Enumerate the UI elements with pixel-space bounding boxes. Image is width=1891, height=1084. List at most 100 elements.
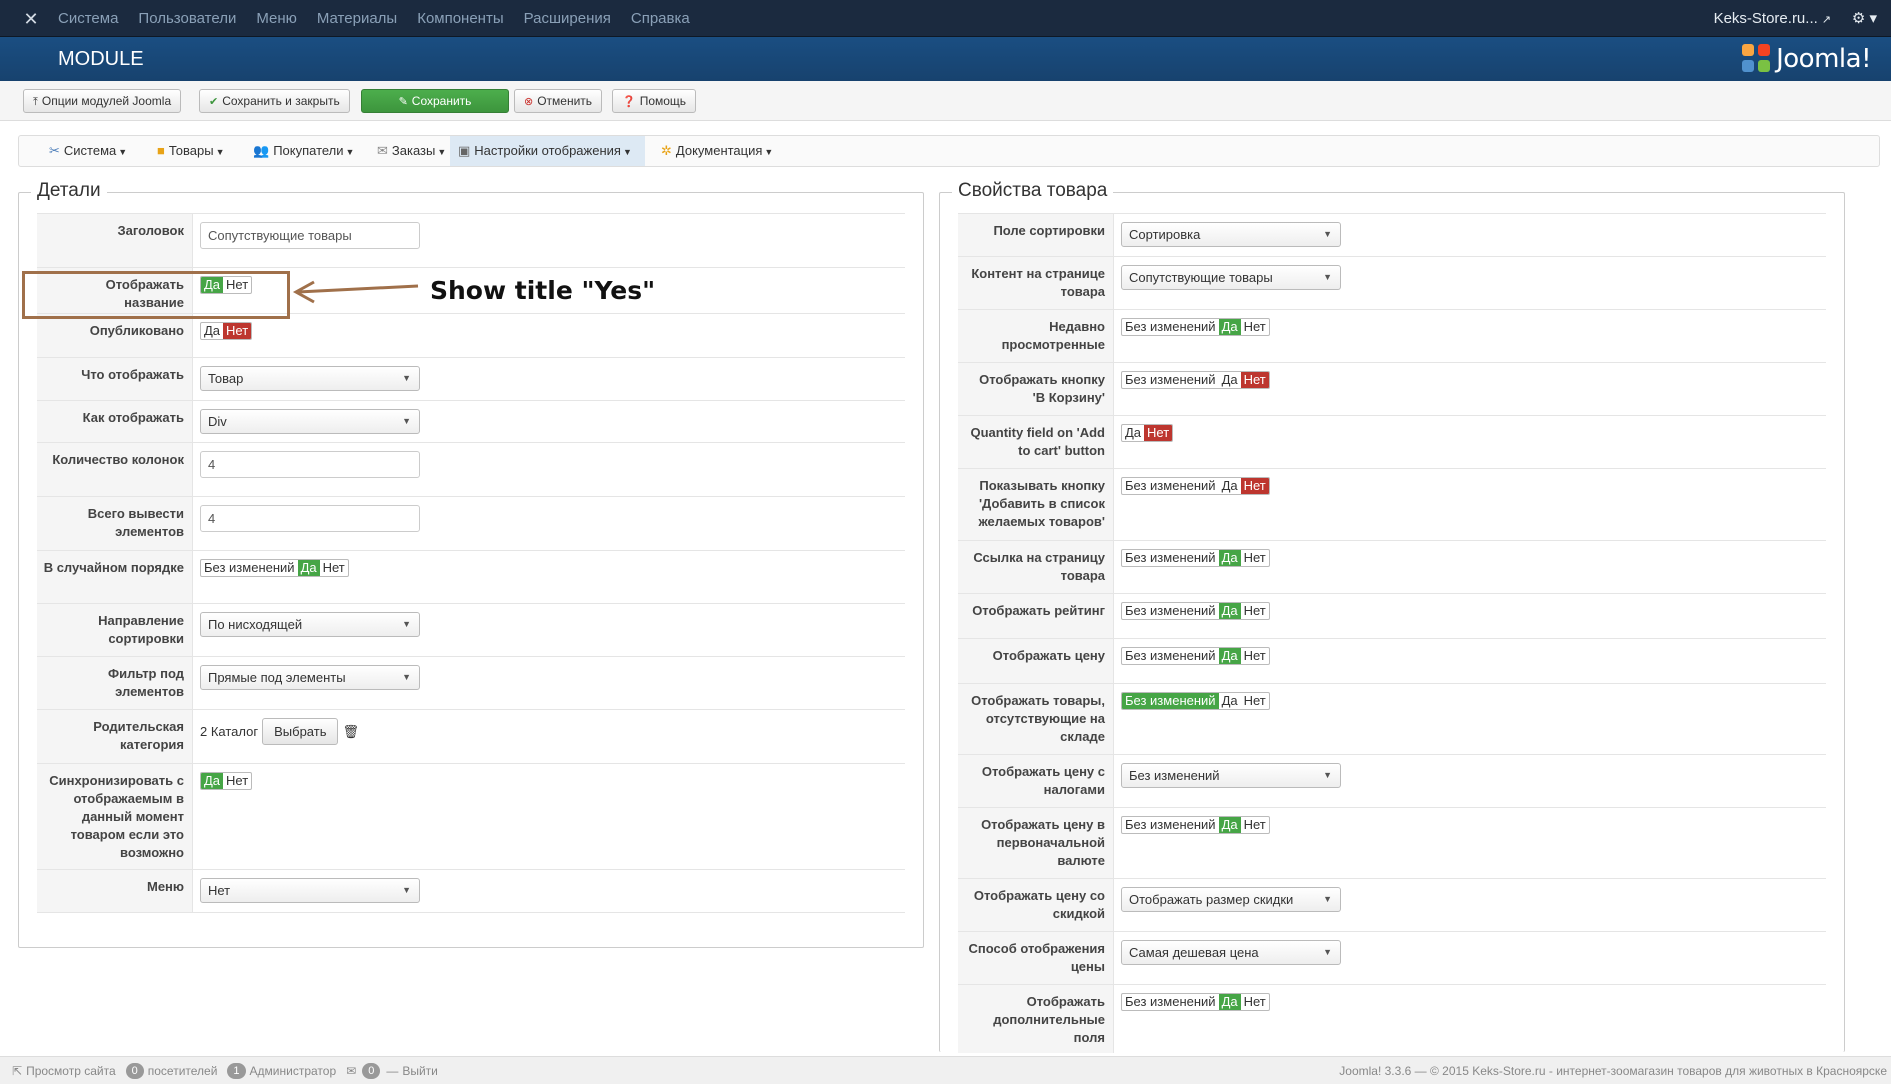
toggle-yes[interactable]: Да <box>1218 817 1241 833</box>
total-input[interactable]: 4 <box>200 505 420 532</box>
toggle-no[interactable]: Нет <box>1241 693 1269 709</box>
toggle-none[interactable]: Без изменений <box>1122 994 1219 1010</box>
toggle-yes[interactable]: Да <box>201 323 223 339</box>
link-toggle[interactable]: Без изменений Да Нет <box>1121 549 1270 567</box>
wishlist-toggle[interactable]: Без изменений Да Нет <box>1121 477 1270 495</box>
toggle-no[interactable]: Нет <box>1240 478 1269 494</box>
toggle-yes[interactable]: Да <box>1219 372 1241 388</box>
row-content: Контент на странице товара Сопутствующие… <box>958 256 1826 309</box>
caret-down-icon: ▼ <box>764 147 774 157</box>
random-toggle[interactable]: Без изменений Да Нет <box>200 559 349 577</box>
toggle-none[interactable]: Без изменений <box>1122 372 1219 388</box>
price-disc-select[interactable]: Отображать размер скидки ▼ <box>1121 887 1341 912</box>
sort-field-select[interactable]: Сортировка ▼ <box>1121 222 1341 247</box>
toggle-no[interactable]: Нет <box>1241 603 1269 619</box>
toggle-none[interactable]: Без изменений <box>1122 817 1219 833</box>
cart-btn-toggle[interactable]: Без изменений Да Нет <box>1121 371 1270 389</box>
price-orig-toggle[interactable]: Без изменений Да Нет <box>1121 816 1270 834</box>
trash-icon[interactable]: 🗑 <box>342 724 359 740</box>
subnav-docs[interactable]: ✲ Документация ▼ <box>653 136 781 166</box>
toggle-yes[interactable]: Да <box>1218 994 1241 1010</box>
menu-menus[interactable]: Меню <box>256 0 297 37</box>
toggle-none[interactable]: Без изменений <box>1122 648 1219 664</box>
how-show-select[interactable]: Div ▼ <box>200 409 420 434</box>
subnav-products[interactable]: ■ Товары ▼ <box>149 136 233 166</box>
logout-link[interactable]: Выйти <box>402 1057 438 1084</box>
subnav-customers[interactable]: 👥 Покупатели ▼ <box>245 136 362 166</box>
toggle-yes[interactable]: Да <box>1219 478 1241 494</box>
save-label: Сохранить <box>411 94 472 108</box>
toggle-no[interactable]: Нет <box>1241 994 1269 1010</box>
toggle-yes[interactable]: Да <box>1218 603 1241 619</box>
qty-toggle[interactable]: Да Нет <box>1121 424 1174 442</box>
toggle-yes[interactable]: Да <box>1122 425 1144 441</box>
toggle-none[interactable]: Без изменений <box>201 560 298 576</box>
field-label: Отображать цену <box>958 639 1114 683</box>
recent-toggle[interactable]: Без изменений Да Нет <box>1121 318 1270 336</box>
price-mode-select[interactable]: Самая дешевая цена ▼ <box>1121 940 1341 965</box>
toggle-none[interactable]: Без изменений <box>1122 603 1219 619</box>
content-select[interactable]: Сопутствующие товары ▼ <box>1121 265 1341 290</box>
toggle-no[interactable]: Нет <box>1241 817 1269 833</box>
title-input[interactable]: Сопутствующие товары <box>200 222 420 249</box>
site-link[interactable]: Keks-Store.ru... ↗ <box>1714 0 1831 39</box>
out-stock-toggle[interactable]: Без изменений Да Нет <box>1121 692 1270 710</box>
toggle-no[interactable]: Нет <box>320 560 348 576</box>
toggle-none[interactable]: Без изменений <box>1122 550 1219 566</box>
toggle-no[interactable]: Нет <box>223 773 251 789</box>
sync-toggle[interactable]: Да Нет <box>200 772 253 790</box>
subnav-orders[interactable]: ✉ Заказы ▼ <box>369 136 454 166</box>
menu-help[interactable]: Справка <box>631 0 690 37</box>
filter-select[interactable]: Прямые под элементы ▼ <box>200 665 420 690</box>
toggle-yes[interactable]: Да <box>1219 693 1241 709</box>
menu-content[interactable]: Материалы <box>317 0 397 37</box>
row-extra: Отображать дополнительные поля Без измен… <box>958 984 1826 1053</box>
extra-toggle[interactable]: Без изменений Да Нет <box>1121 993 1270 1011</box>
toggle-yes[interactable]: Да <box>201 773 224 789</box>
field-label: Отображать товары, отсутствующие на скла… <box>958 684 1114 754</box>
toggle-yes[interactable]: Да <box>1218 550 1241 566</box>
joomla-logo-icon <box>1742 44 1772 74</box>
toggle-yes[interactable]: Да <box>1218 319 1241 335</box>
toggle-no[interactable]: Нет <box>1144 425 1173 441</box>
toggle-none[interactable]: Без изменений <box>1122 319 1219 335</box>
toggle-yes[interactable]: Да <box>1218 648 1241 664</box>
view-site-link[interactable]: Просмотр сайта <box>26 1057 116 1084</box>
save-close-button[interactable]: ✔ Сохранить и закрыть <box>199 89 350 113</box>
field-label: Заголовок <box>37 214 193 267</box>
toggle-no[interactable]: Нет <box>1241 550 1269 566</box>
messages-badge: 0 <box>362 1063 381 1079</box>
caret-down-icon: ▼ <box>1323 272 1332 282</box>
menu-components[interactable]: Компоненты <box>417 0 503 37</box>
cancel-button[interactable]: ⊗ Отменить <box>514 89 603 113</box>
toggle-no[interactable]: Нет <box>223 323 252 339</box>
price-toggle[interactable]: Без изменений Да Нет <box>1121 647 1270 665</box>
menu-users[interactable]: Пользователи <box>138 0 236 37</box>
subnav-system[interactable]: ✂ Система ▼ <box>41 136 135 166</box>
page-header: MODULE Joomla! <box>0 37 1891 81</box>
menu-select[interactable]: Нет ▼ <box>200 878 420 903</box>
price-tax-select[interactable]: Без изменений ▼ <box>1121 763 1341 788</box>
toggle-yes[interactable]: Да <box>297 560 320 576</box>
rating-toggle[interactable]: Без изменений Да Нет <box>1121 602 1270 620</box>
subnav-display-settings[interactable]: ▣ Настройки отображения ▼ <box>450 136 645 166</box>
help-button[interactable]: ❓ Помощь <box>612 89 697 113</box>
what-show-select[interactable]: Товар ▼ <box>200 366 420 391</box>
toggle-no[interactable]: Нет <box>1241 319 1269 335</box>
select-value: Отображать размер скидки <box>1129 892 1294 907</box>
gear-icon[interactable]: ⚙ ▾ <box>1852 0 1877 37</box>
menu-system[interactable]: Система <box>58 0 118 37</box>
cols-input[interactable]: 4 <box>200 451 420 478</box>
menu-extensions[interactable]: Расширения <box>524 0 611 37</box>
sort-dir-select[interactable]: По нисходящей ▼ <box>200 612 420 637</box>
toggle-no[interactable]: Нет <box>1240 372 1269 388</box>
save-button[interactable]: ✎ Сохранить <box>361 89 509 113</box>
published-toggle[interactable]: Да Нет <box>200 322 253 340</box>
choose-button[interactable]: Выбрать <box>262 718 339 745</box>
joomla-icon[interactable]: ✕ <box>20 8 42 30</box>
caret-down-icon: ▼ <box>402 619 411 629</box>
module-options-button[interactable]: ⤒ Опции модулей Joomla <box>23 89 182 113</box>
toggle-none[interactable]: Без изменений <box>1122 478 1219 494</box>
toggle-no[interactable]: Нет <box>1241 648 1269 664</box>
toggle-none[interactable]: Без изменений <box>1122 693 1219 709</box>
